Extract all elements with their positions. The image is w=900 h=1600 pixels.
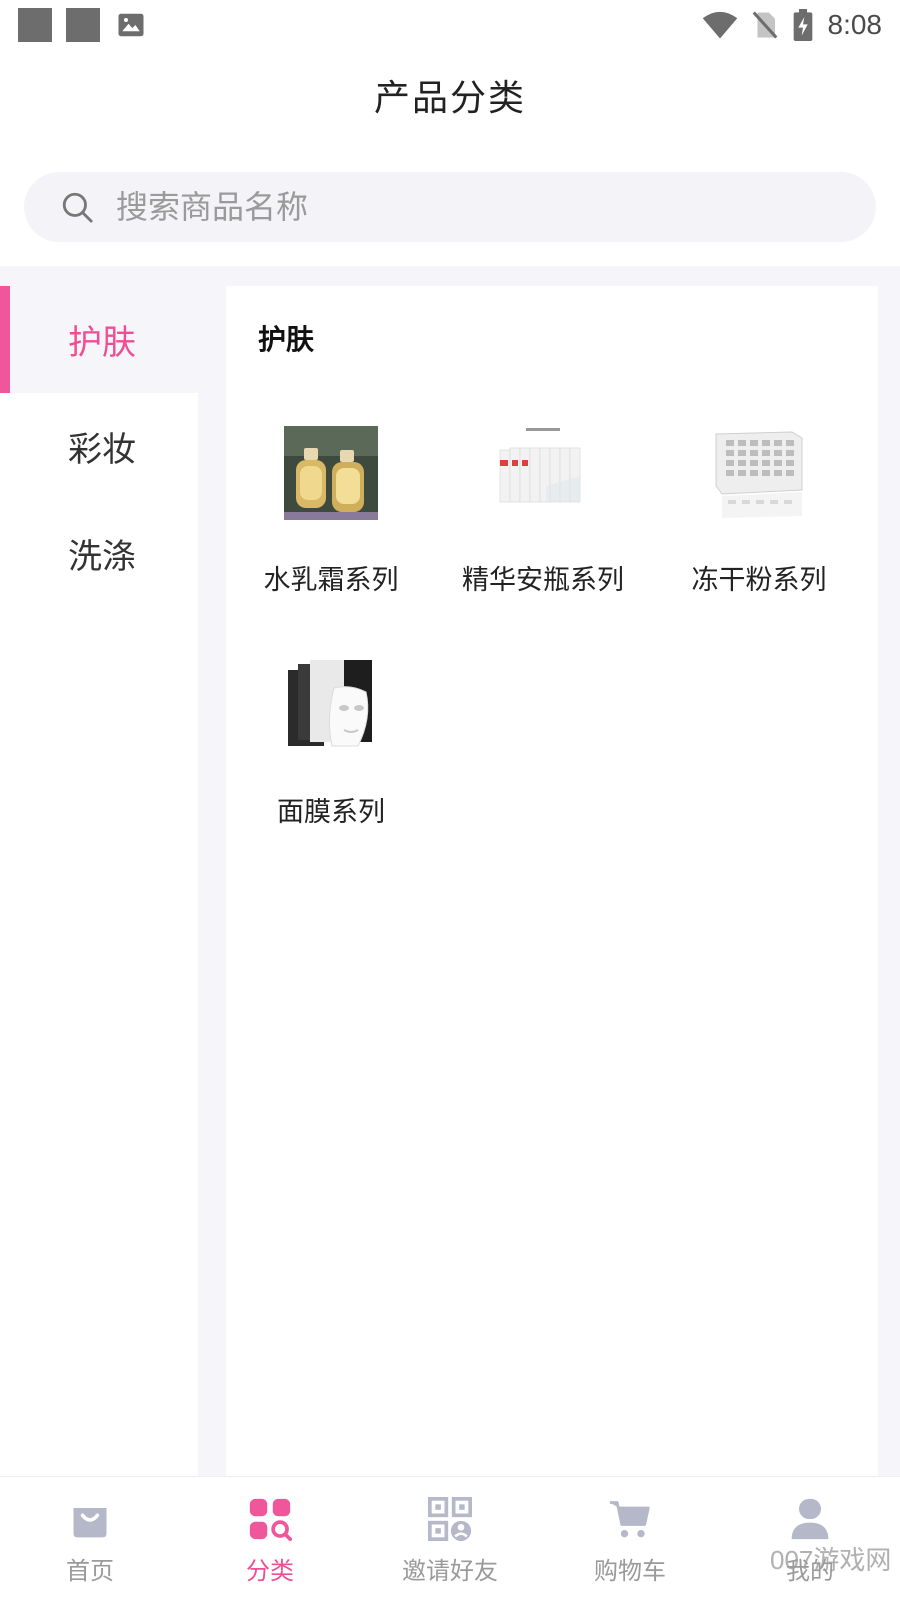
section-title: 护肤 — [258, 323, 315, 356]
tab-label: 分类 — [246, 1557, 294, 1585]
sidebar-item-label: 彩妆 — [68, 430, 136, 470]
ampoule-packets-image — [496, 426, 590, 520]
tab-cart[interactable]: 购物车 — [540, 1477, 720, 1600]
subcategory-item[interactable]: 面膜系列 — [226, 658, 436, 829]
watermark: 007游戏网 — [770, 1545, 892, 1575]
subcategory-label: 面膜系列 — [277, 797, 385, 828]
cart-icon — [609, 1501, 650, 1538]
image-notification-icon — [118, 13, 144, 37]
subcategory-panel: 护肤 水乳霜系列 精华安瓶系列 冻干粉系列 面膜系列 — [226, 286, 878, 1476]
tab-home[interactable]: 首页 — [0, 1477, 180, 1600]
status-time: 8:08 — [827, 9, 883, 40]
sidebar-item-label: 护肤 — [68, 323, 136, 363]
search-icon — [62, 192, 93, 223]
face-mask-image — [284, 658, 378, 752]
battery-charging-icon — [793, 9, 812, 41]
search-bar[interactable] — [24, 172, 876, 242]
page-title: 产品分类 — [373, 78, 526, 119]
tab-category[interactable]: 分类 — [180, 1477, 360, 1600]
subcategory-item[interactable]: 冻干粉系列 — [654, 426, 864, 597]
qr-code-icon — [428, 1497, 472, 1541]
tab-profile[interactable]: 我的 — [720, 1477, 900, 1600]
notification-icon — [18, 8, 52, 42]
status-bar: 8:08 — [0, 0, 900, 50]
sidebar-item-label: 洗涤 — [68, 537, 136, 577]
subcategory-label: 冻干粉系列 — [691, 565, 827, 596]
category-sidebar: 护肤 彩妆 洗涤 — [0, 286, 198, 1476]
category-grid-icon — [249, 1498, 292, 1541]
user-icon — [791, 1498, 829, 1540]
wifi-icon — [702, 11, 737, 39]
subcategory-item[interactable]: 精华安瓶系列 — [438, 426, 648, 597]
page-header: 产品分类 — [0, 50, 900, 140]
subcategory-label: 精华安瓶系列 — [462, 565, 624, 596]
subcategory-label: 水乳霜系列 — [263, 565, 399, 596]
sidebar-item-cleansing[interactable]: 洗涤 — [0, 500, 198, 607]
tab-invite[interactable]: 邀请好友 — [360, 1477, 540, 1600]
subcategory-item[interactable]: 水乳霜系列 — [226, 426, 436, 597]
sidebar-item-skincare[interactable]: 护肤 — [0, 286, 198, 393]
bottles-image — [284, 426, 378, 520]
powder-box-image — [712, 426, 806, 520]
sidebar-item-makeup[interactable]: 彩妆 — [0, 393, 198, 500]
tab-label: 首页 — [66, 1557, 114, 1585]
search-input[interactable] — [116, 188, 816, 226]
bottom-tab-bar: 首页 分类 邀请好友 购物车 我的 — [0, 1476, 900, 1600]
tab-label: 邀请好友 — [402, 1557, 498, 1585]
notification-icon — [66, 8, 100, 42]
shopping-bag-icon — [73, 1508, 107, 1538]
tab-label: 购物车 — [594, 1557, 666, 1585]
no-sim-icon — [752, 11, 777, 39]
